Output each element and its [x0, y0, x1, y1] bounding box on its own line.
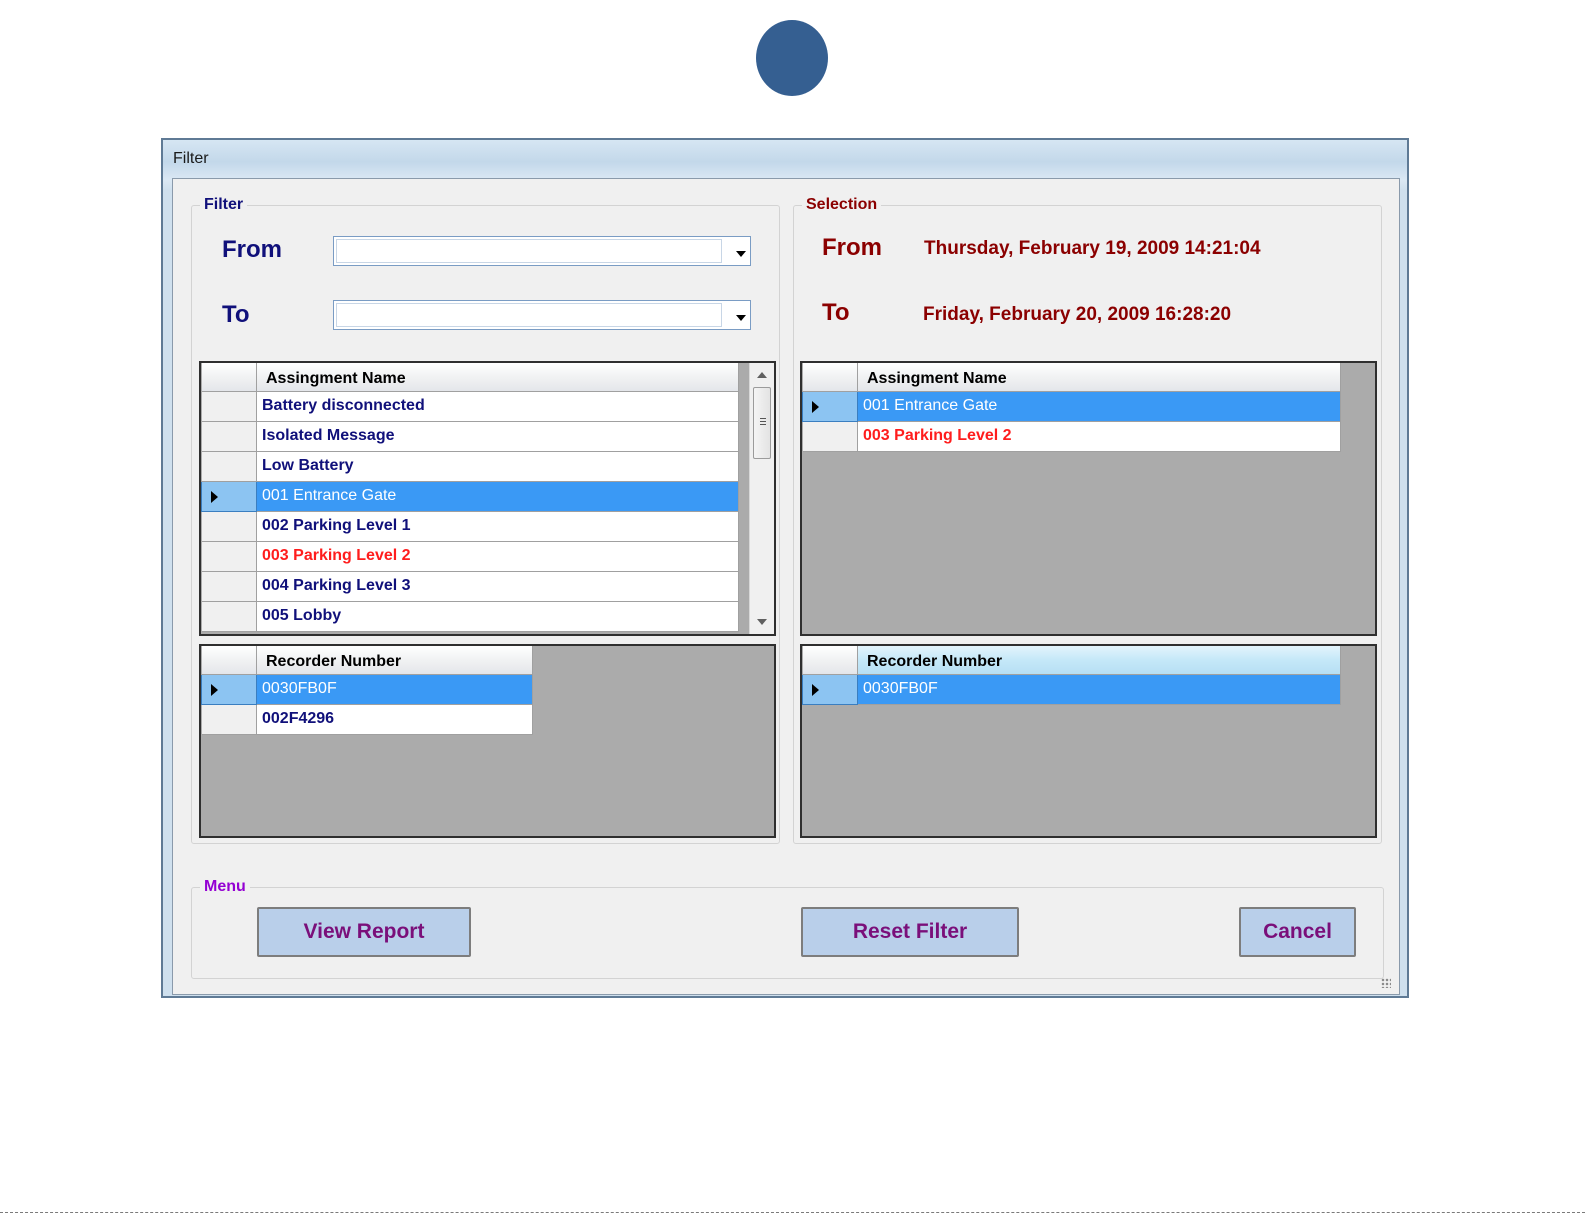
selection-from-label: From: [822, 234, 882, 261]
table-row[interactable]: Battery disconnected: [201, 391, 739, 422]
table-row[interactable]: 004 Parking Level 3: [201, 571, 739, 602]
assignment-vertical-scrollbar[interactable]: [749, 363, 774, 634]
grid-cell[interactable]: 001 Entrance Gate: [256, 481, 739, 512]
row-header[interactable]: [201, 704, 257, 735]
grid-cell[interactable]: 002 Parking Level 1: [256, 511, 739, 542]
window-title: Filter: [173, 150, 209, 167]
selection-group-label: Selection: [802, 196, 882, 214]
grid-cell[interactable]: 002F4296: [256, 704, 533, 735]
window-client-area: Filter From To Assingment Name Battery d…: [172, 178, 1400, 995]
filter-group-label: Filter: [200, 196, 248, 214]
table-row[interactable]: 005 Lobby: [201, 601, 739, 632]
table-row[interactable]: 002F4296: [201, 704, 533, 735]
grid-cell[interactable]: 004 Parking Level 3: [256, 571, 739, 602]
scroll-grip-icon: [760, 418, 766, 419]
to-dropdown-arrow-icon[interactable]: [736, 315, 746, 321]
selection-recorder-grid[interactable]: Recorder Number 0030FB0F: [800, 644, 1377, 838]
grid-cell[interactable]: 001 Entrance Gate: [857, 391, 1341, 422]
grid-cell[interactable]: 005 Lobby: [256, 601, 739, 632]
menu-group-label: Menu: [200, 878, 250, 896]
row-header[interactable]: [201, 571, 257, 602]
filter-from-label: From: [222, 236, 282, 263]
current-row-indicator-icon[interactable]: [802, 673, 858, 705]
row-header[interactable]: [201, 511, 257, 542]
row-header[interactable]: [201, 541, 257, 572]
recorder-number-header[interactable]: Recorder Number: [857, 646, 1341, 675]
filter-group: Filter From To Assingment Name Battery d…: [191, 196, 780, 844]
assignment-name-header[interactable]: Assingment Name: [857, 363, 1341, 392]
table-row[interactable]: 0030FB0F: [201, 673, 533, 705]
row-header[interactable]: [802, 421, 858, 452]
selection-to-value: Friday, February 20, 2009 16:28:20: [923, 304, 1232, 325]
grid-cell[interactable]: 0030FB0F: [256, 674, 533, 705]
table-row[interactable]: 002 Parking Level 1: [201, 511, 739, 542]
grid-cell[interactable]: Isolated Message: [256, 421, 739, 452]
scroll-thumb[interactable]: [753, 387, 771, 459]
table-row[interactable]: 003 Parking Level 2: [802, 421, 1341, 452]
from-date-field[interactable]: [336, 239, 722, 263]
table-row[interactable]: 0030FB0F: [802, 673, 1341, 705]
table-row[interactable]: Isolated Message: [201, 421, 739, 452]
scroll-down-arrow-icon[interactable]: [757, 619, 767, 625]
filter-assignment-grid[interactable]: Assingment Name Battery disconnected Isol…: [199, 361, 776, 636]
selection-to-label: To: [822, 299, 850, 326]
current-row-indicator-icon[interactable]: [201, 480, 257, 512]
filter-recorder-grid[interactable]: Recorder Number 0030FB0F 002F4296: [199, 644, 776, 838]
page-divider-line: [0, 1212, 1585, 1213]
step-badge-circle: [756, 20, 828, 96]
table-row[interactable]: 001 Entrance Gate: [201, 480, 739, 512]
grid-cell[interactable]: 003 Parking Level 2: [256, 541, 739, 572]
resize-grip-icon[interactable]: [1381, 978, 1391, 988]
grid-cell[interactable]: Battery disconnected: [256, 391, 739, 422]
filter-window: Filter Filter From To Assingment Name Ba…: [161, 138, 1409, 998]
title-bar[interactable]: Filter: [163, 140, 1407, 176]
grid-corner-header: [802, 363, 858, 392]
from-dropdown-arrow-icon[interactable]: [736, 251, 746, 257]
table-row[interactable]: 001 Entrance Gate: [802, 390, 1341, 422]
selection-recorder-table: Recorder Number 0030FB0F: [802, 646, 1341, 705]
selection-assignment-table: Assingment Name 001 Entrance Gate 003 Par…: [802, 363, 1341, 452]
selection-assignment-grid[interactable]: Assingment Name 001 Entrance Gate 003 Par…: [800, 361, 1377, 636]
filter-assignment-table: Assingment Name Battery disconnected Isol…: [201, 363, 739, 632]
row-header[interactable]: [201, 601, 257, 632]
grid-corner-header: [201, 646, 257, 675]
to-date-combo[interactable]: [333, 300, 751, 330]
row-header[interactable]: [201, 421, 257, 452]
view-report-button[interactable]: View Report: [257, 907, 471, 957]
from-date-combo[interactable]: [333, 236, 751, 266]
scroll-up-arrow-icon[interactable]: [757, 372, 767, 378]
filter-to-label: To: [222, 301, 250, 328]
recorder-number-header[interactable]: Recorder Number: [256, 646, 533, 675]
table-row[interactable]: 003 Parking Level 2: [201, 541, 739, 572]
to-date-field[interactable]: [336, 303, 722, 327]
current-row-indicator-icon[interactable]: [201, 673, 257, 705]
filter-recorder-table: Recorder Number 0030FB0F 002F4296: [201, 646, 533, 735]
row-header[interactable]: [201, 391, 257, 422]
grid-cell[interactable]: Low Battery: [256, 451, 739, 482]
selection-from-value: Thursday, February 19, 2009 14:21:04: [924, 238, 1261, 259]
table-row[interactable]: Low Battery: [201, 451, 739, 482]
grid-cell[interactable]: 003 Parking Level 2: [857, 421, 1341, 452]
grid-corner-header: [201, 363, 257, 392]
reset-filter-button[interactable]: Reset Filter: [801, 907, 1019, 957]
grid-corner-header: [802, 646, 858, 675]
menu-group: Menu View Report Reset Filter Cancel: [191, 878, 1384, 979]
current-row-indicator-icon[interactable]: [802, 390, 858, 422]
grid-cell[interactable]: 0030FB0F: [857, 674, 1341, 705]
row-header[interactable]: [201, 451, 257, 482]
assignment-name-header[interactable]: Assingment Name: [256, 363, 739, 392]
selection-group: Selection From Thursday, February 19, 20…: [793, 196, 1382, 844]
cancel-button[interactable]: Cancel: [1239, 907, 1356, 957]
